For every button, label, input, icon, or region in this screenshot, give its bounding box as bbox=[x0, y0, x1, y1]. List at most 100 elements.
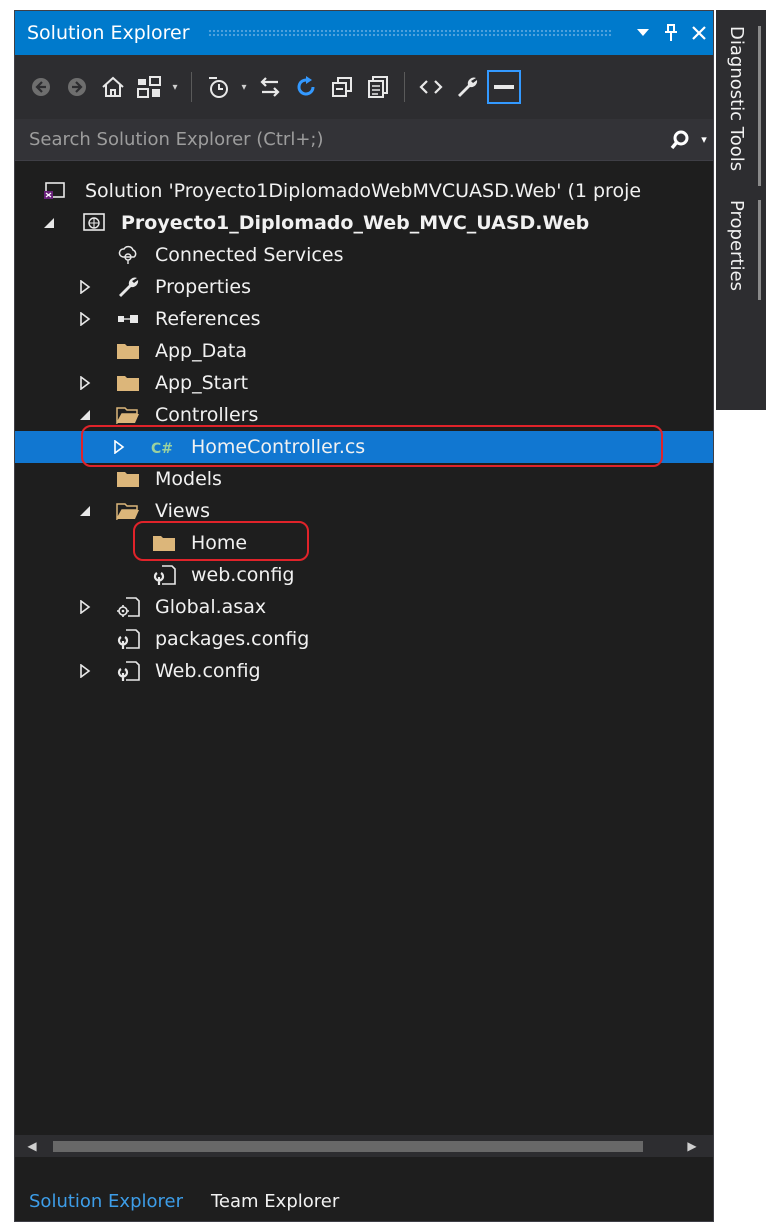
tree-row-home-folder[interactable]: Home bbox=[15, 527, 713, 559]
panel-title: Solution Explorer bbox=[27, 22, 190, 44]
tree-row-controllers[interactable]: Controllers bbox=[15, 399, 713, 431]
window-position-dropdown-icon[interactable] bbox=[629, 18, 657, 48]
tree-row-global-asax[interactable]: Global.asax bbox=[15, 591, 713, 623]
references-icon bbox=[115, 308, 141, 330]
tree-label: Models bbox=[155, 468, 222, 490]
expand-arrow-icon[interactable] bbox=[77, 375, 93, 391]
close-icon[interactable] bbox=[685, 18, 713, 48]
bottom-tab-strip: Solution Explorer Team Explorer bbox=[15, 1181, 713, 1221]
expand-arrow-icon[interactable] bbox=[77, 663, 93, 679]
search-input[interactable] bbox=[29, 129, 665, 150]
forward-icon[interactable] bbox=[61, 69, 93, 105]
scrollbar-thumb[interactable] bbox=[53, 1141, 643, 1152]
open-folder-icon bbox=[115, 500, 141, 522]
collapse-all-icon[interactable] bbox=[326, 69, 358, 105]
folder-icon bbox=[115, 372, 141, 394]
expand-arrow-icon[interactable] bbox=[77, 599, 93, 615]
pin-icon[interactable] bbox=[657, 18, 685, 48]
tree-label: Home bbox=[191, 532, 248, 554]
tree-label: App_Start bbox=[155, 372, 249, 394]
tree-label: packages.config bbox=[155, 628, 310, 650]
folder-icon bbox=[115, 468, 141, 490]
back-icon[interactable] bbox=[25, 69, 57, 105]
csharp-file-icon: C# bbox=[151, 436, 177, 458]
tree-row-views-web-config[interactable]: web.config bbox=[15, 559, 713, 591]
title-bar[interactable]: Solution Explorer bbox=[15, 11, 713, 55]
tab-diagnostic-tools[interactable]: Diagnostic Tools bbox=[726, 26, 747, 171]
tree-row-home-controller[interactable]: C# HomeController.cs bbox=[15, 431, 713, 463]
config-file-icon bbox=[115, 628, 141, 650]
scroll-left-icon[interactable]: ◀ bbox=[25, 1139, 39, 1153]
collapse-arrow-icon[interactable] bbox=[41, 215, 57, 231]
connected-services-icon bbox=[115, 244, 141, 266]
drag-grip[interactable] bbox=[207, 29, 613, 37]
folder-icon bbox=[115, 340, 141, 362]
tree-row-packages-config[interactable]: packages.config bbox=[15, 623, 713, 655]
window-frame: Solution Explorer ▾ ▾ Search Solution Ex… bbox=[0, 0, 768, 1230]
solution-icon bbox=[41, 180, 67, 202]
tree-row-solution[interactable]: Solution 'Proyecto1DiplomadoWebMVCUASD.W… bbox=[15, 175, 713, 207]
tree-row-project[interactable]: Proyecto1_Diplomado_Web_MVC_UASD.Web bbox=[15, 207, 713, 239]
sync-view-icon[interactable] bbox=[133, 69, 165, 105]
open-folder-icon bbox=[115, 404, 141, 426]
tree-label: HomeController.cs bbox=[191, 436, 366, 458]
tree-label: Global.asax bbox=[155, 596, 267, 618]
collapse-arrow-icon[interactable] bbox=[77, 407, 93, 423]
tab-divider bbox=[758, 26, 761, 186]
tree-label: Connected Services bbox=[155, 244, 344, 266]
tree-row-web-config[interactable]: Web.config bbox=[15, 655, 713, 687]
tree-label: Solution 'Proyecto1DiplomadoWebMVCUASD.W… bbox=[85, 180, 642, 202]
tree-label: Controllers bbox=[155, 404, 259, 426]
filter-dropdown-icon[interactable]: ▾ bbox=[238, 82, 250, 93]
tree-label: App_Data bbox=[155, 340, 247, 362]
view-code-icon[interactable] bbox=[415, 69, 447, 105]
properties-wrench-icon[interactable] bbox=[451, 69, 483, 105]
sync-view-dropdown-icon[interactable]: ▾ bbox=[169, 82, 181, 93]
config-file-icon bbox=[151, 564, 177, 586]
pending-changes-filter-icon[interactable] bbox=[202, 69, 234, 105]
folder-icon bbox=[151, 532, 177, 554]
tab-divider bbox=[758, 200, 761, 300]
expand-arrow-icon[interactable] bbox=[111, 439, 127, 455]
search-options-dropdown-icon[interactable]: ▾ bbox=[695, 133, 713, 146]
solution-explorer-panel: Solution Explorer ▾ ▾ Search Solution Ex… bbox=[14, 10, 714, 1222]
tab-team-explorer[interactable]: Team Explorer bbox=[197, 1181, 353, 1221]
tree-row-views[interactable]: Views bbox=[15, 495, 713, 527]
refresh-icon[interactable] bbox=[290, 69, 322, 105]
toolbar: ▾ ▾ bbox=[15, 55, 713, 119]
svg-text:C#: C# bbox=[151, 441, 173, 456]
web-project-icon bbox=[81, 212, 107, 234]
expand-arrow-icon[interactable] bbox=[77, 279, 93, 295]
tree-label: Web.config bbox=[155, 660, 261, 682]
wrench-icon bbox=[115, 276, 141, 298]
collapse-arrow-icon[interactable] bbox=[77, 503, 93, 519]
tree-row-connected-services[interactable]: Connected Services bbox=[15, 239, 713, 271]
toolbar-separator bbox=[191, 72, 192, 102]
tab-solution-explorer[interactable]: Solution Explorer bbox=[15, 1181, 197, 1221]
config-file-icon bbox=[115, 660, 141, 682]
show-all-files-icon[interactable] bbox=[362, 69, 394, 105]
tree-row-properties[interactable]: Properties bbox=[15, 271, 713, 303]
tree-row-app-data[interactable]: App_Data bbox=[15, 335, 713, 367]
side-tab-strip: Diagnostic Tools Properties bbox=[716, 10, 766, 410]
search-icon[interactable] bbox=[665, 123, 695, 157]
tree-row-models[interactable]: Models bbox=[15, 463, 713, 495]
preview-selected-item-icon[interactable] bbox=[487, 70, 521, 104]
tree-label: References bbox=[155, 308, 261, 330]
sync-active-document-icon[interactable] bbox=[254, 69, 286, 105]
tree-row-references[interactable]: References bbox=[15, 303, 713, 335]
global-asax-icon bbox=[115, 596, 141, 618]
tab-properties[interactable]: Properties bbox=[726, 200, 747, 291]
solution-tree: Solution 'Proyecto1DiplomadoWebMVCUASD.W… bbox=[15, 161, 713, 1121]
tree-label: Properties bbox=[155, 276, 252, 298]
scroll-right-icon[interactable]: ▶ bbox=[685, 1139, 699, 1153]
tree-label: web.config bbox=[191, 564, 295, 586]
tree-label: Views bbox=[155, 500, 210, 522]
home-icon[interactable] bbox=[97, 69, 129, 105]
search-bar: ▾ bbox=[15, 119, 713, 161]
toolbar-separator bbox=[404, 72, 405, 102]
expand-arrow-icon[interactable] bbox=[77, 311, 93, 327]
tree-row-app-start[interactable]: App_Start bbox=[15, 367, 713, 399]
horizontal-scrollbar[interactable]: ◀ ▶ bbox=[15, 1135, 713, 1157]
tree-label: Proyecto1_Diplomado_Web_MVC_UASD.Web bbox=[121, 212, 590, 234]
